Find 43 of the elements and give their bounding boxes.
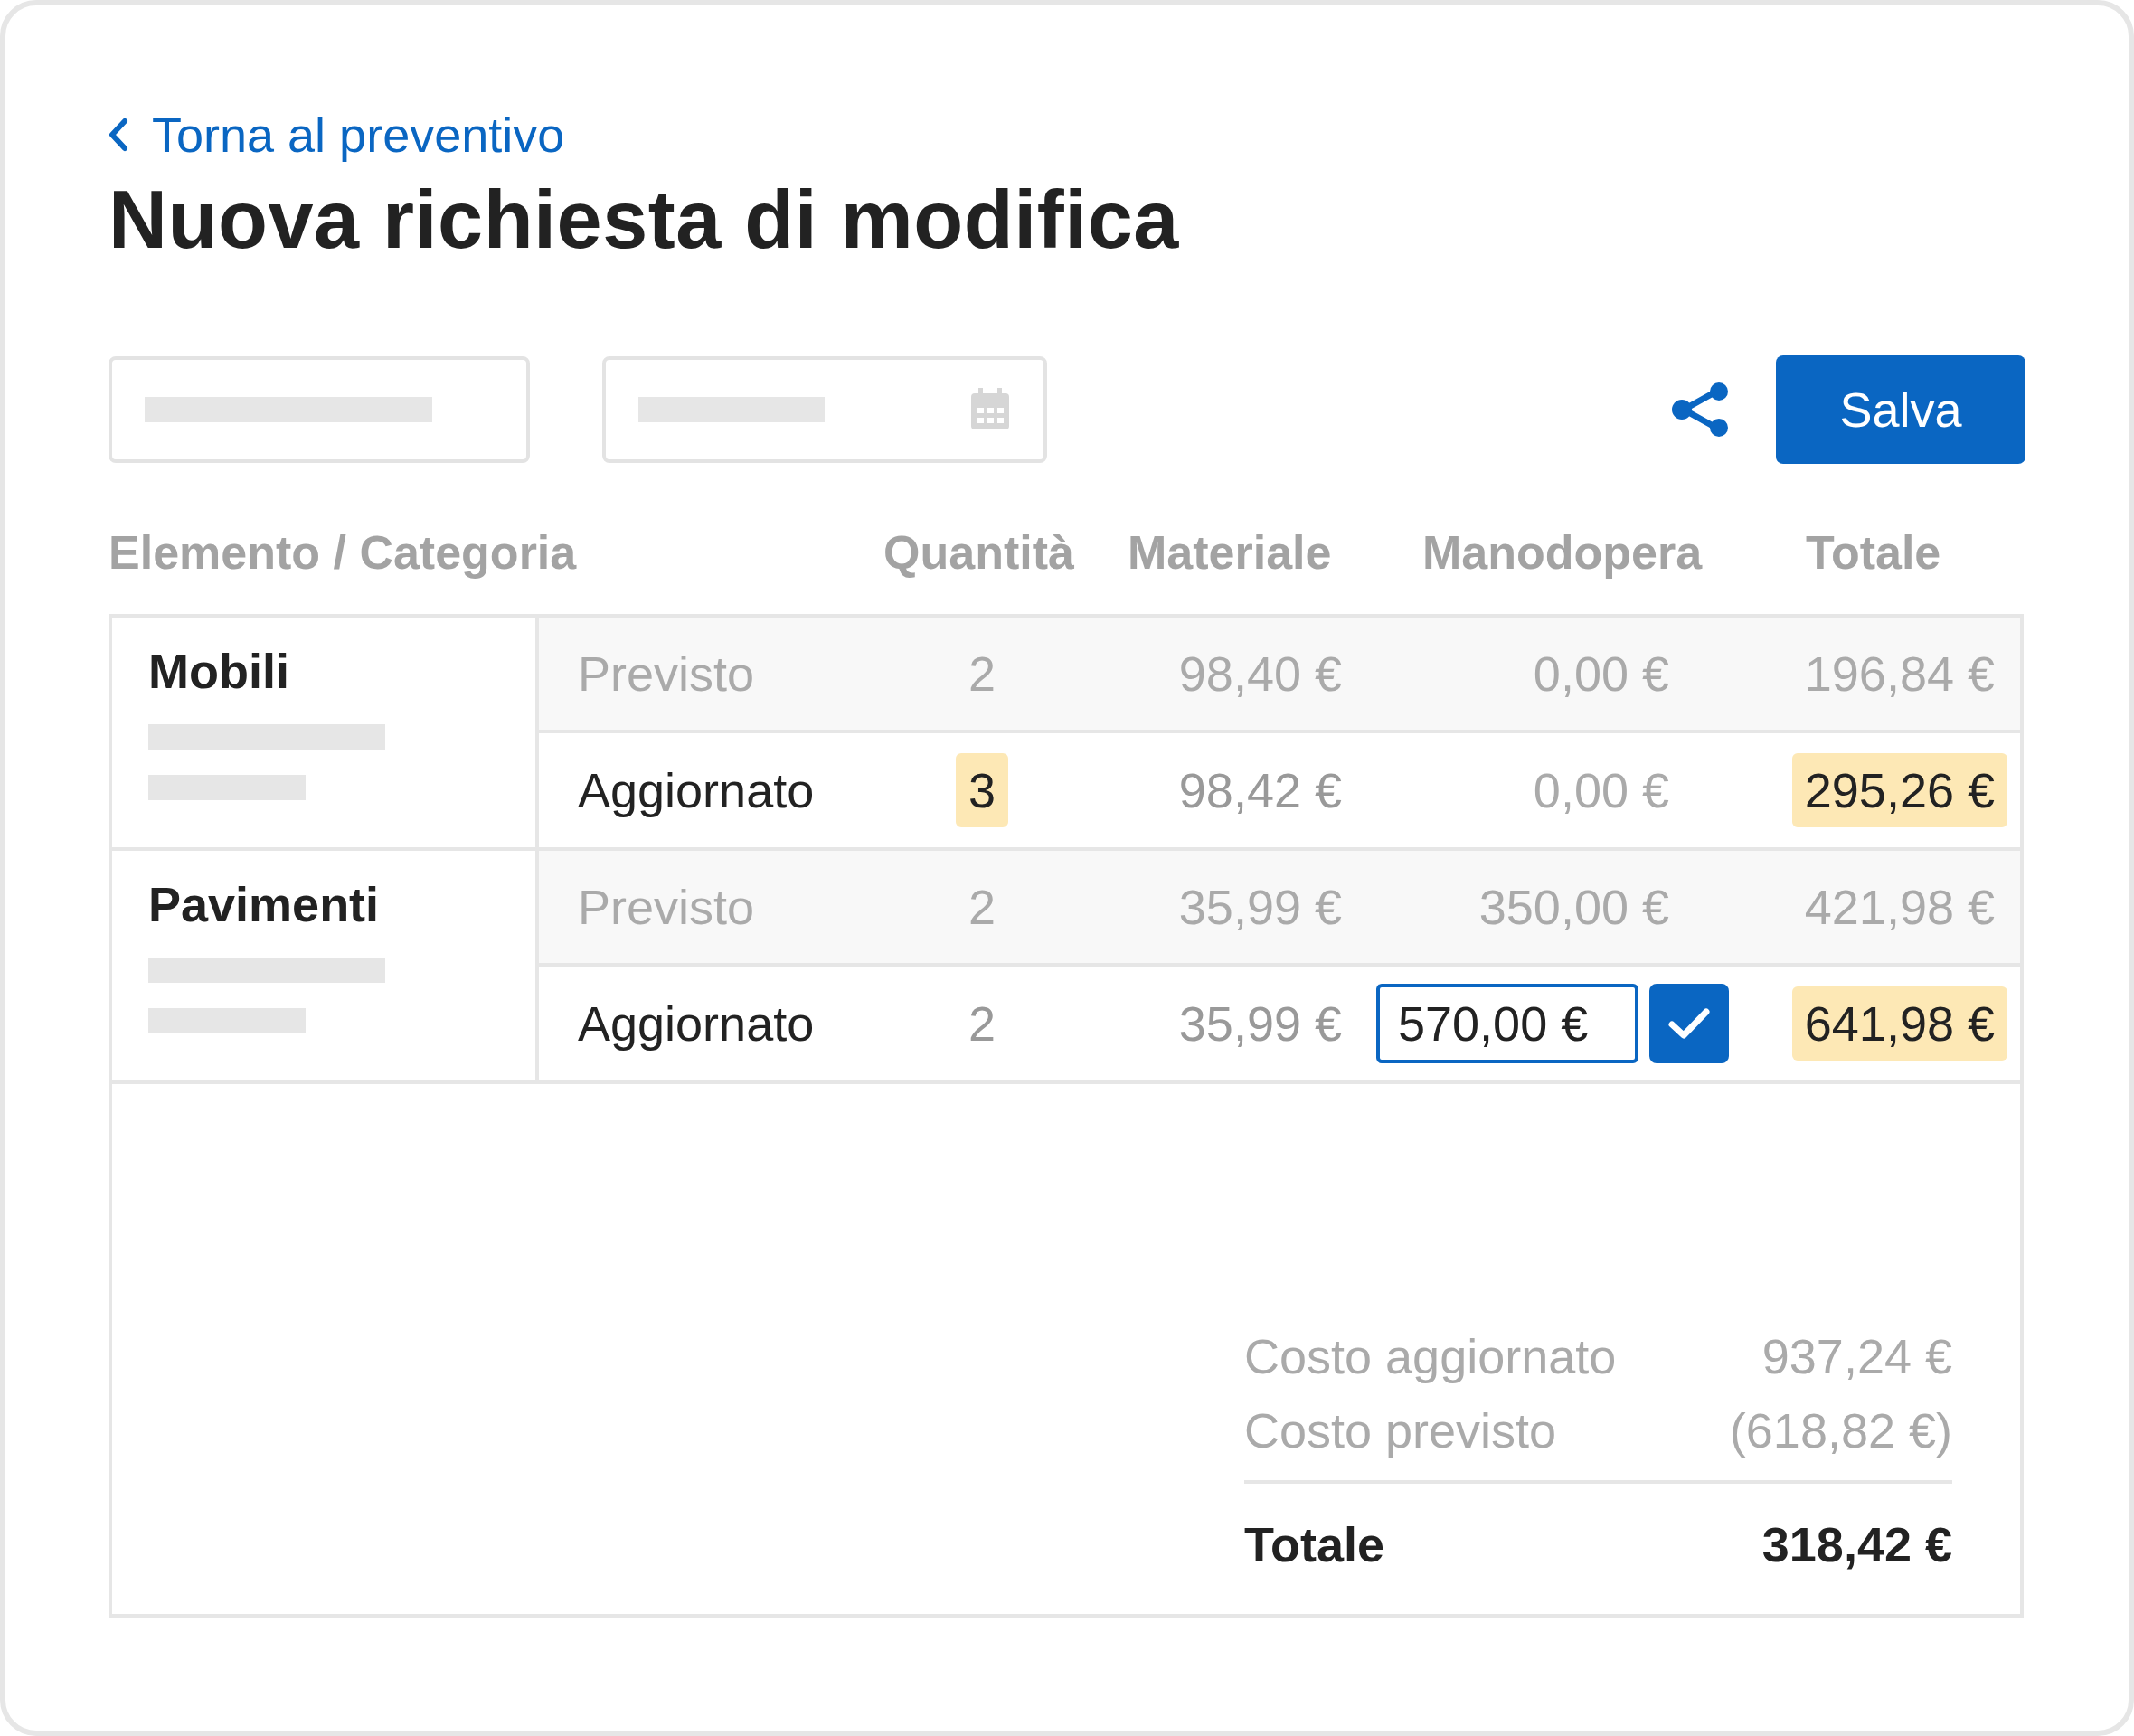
save-button[interactable]: Salva xyxy=(1776,355,2025,464)
row-label: Aggiornato xyxy=(577,762,816,818)
total-cell-text: 196,84 € xyxy=(1804,646,1995,703)
material-cell-text: 35,99 € xyxy=(1178,879,1342,936)
material-cell-text: 35,99 € xyxy=(1178,995,1342,1052)
share-icon[interactable] xyxy=(1671,382,1731,437)
row-label: Previsto xyxy=(577,879,756,935)
calendar-icon xyxy=(969,388,1011,431)
column-header: Quantità xyxy=(883,525,1074,580)
category-name: Pavimenti xyxy=(148,876,381,932)
column-header: Elemento / Categoria xyxy=(109,525,577,580)
summary-value: (618,82 €) xyxy=(1729,1402,1952,1458)
labor-input[interactable]: 570,00 € xyxy=(1376,984,1638,1063)
quantity-cell: 3 xyxy=(955,753,1008,827)
total-cell: 295,26 € xyxy=(1791,753,2007,827)
summary-value: 937,24 € xyxy=(1761,1328,1952,1384)
row-label: Previsto xyxy=(577,646,756,702)
text-field[interactable] xyxy=(109,356,530,463)
total-cell-text: 421,98 € xyxy=(1804,879,1995,936)
quantity-cell-text: 2 xyxy=(968,646,996,703)
confirm-button[interactable] xyxy=(1649,984,1729,1063)
column-header: Materiale xyxy=(1128,525,1332,580)
material-cell-text: 98,40 € xyxy=(1178,646,1342,703)
row-label: Aggiornato xyxy=(577,995,816,1052)
quantity-cell-text: 2 xyxy=(968,879,996,936)
material-cell-text: 98,42 € xyxy=(1178,762,1342,819)
check-icon xyxy=(1667,1006,1711,1041)
summary-label: Costo aggiornato xyxy=(1244,1328,1617,1384)
summary-label: Costo previsto xyxy=(1244,1402,1557,1458)
labor-cell-text: 350,00 € xyxy=(1478,879,1669,936)
column-header: Manodopera xyxy=(1422,525,1703,580)
chevron-left-icon xyxy=(109,118,128,152)
date-field[interactable] xyxy=(602,356,1047,463)
total-label: Totale xyxy=(1244,1516,1384,1572)
total-value: 318,42 € xyxy=(1761,1516,1952,1572)
quantity-cell-text: 2 xyxy=(968,995,996,1052)
labor-cell-text: 0,00 € xyxy=(1533,762,1669,819)
page-title: Nuova richiesta di modifica xyxy=(109,174,1180,267)
column-header: Totale xyxy=(1806,525,1941,580)
back-link[interactable]: Torna al preventivo xyxy=(109,107,565,163)
labor-cell-text: 0,00 € xyxy=(1533,646,1669,703)
total-cell: 641,98 € xyxy=(1791,986,2007,1061)
category-name: Mobili xyxy=(148,643,290,699)
